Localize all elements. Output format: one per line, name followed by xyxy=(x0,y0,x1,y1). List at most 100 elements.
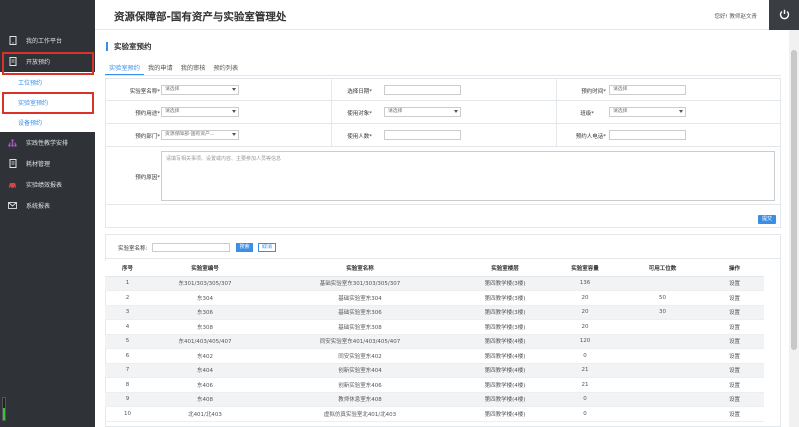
table-cell: 基础实验室东301/303/305/307 xyxy=(260,276,460,291)
search-input[interactable] xyxy=(152,243,230,252)
lab-name-label: 实验室名称* xyxy=(129,89,160,95)
tab-bar: 实验室预约 我的申请 我的审核 预约列表 xyxy=(105,63,242,75)
settings-link[interactable]: 设置 xyxy=(705,319,764,335)
table-cell: 21 xyxy=(550,377,620,393)
settings-link[interactable]: 设置 xyxy=(705,305,764,320)
table-cell: 同安实验室东401/403/405/407 xyxy=(260,334,460,349)
table-cell: 6 xyxy=(105,348,150,364)
scrollbar-thumb[interactable] xyxy=(791,50,797,350)
people-input[interactable] xyxy=(384,130,461,140)
table-cell: 东306 xyxy=(150,305,260,320)
sidebar-subitem-station[interactable]: 工位预约 xyxy=(0,72,95,92)
sidebar-item-label: 耗材管理 xyxy=(26,161,51,168)
target-label: 使用对象* xyxy=(347,111,372,117)
table-row: 5 东401/403/405/407 同安实验室东401/403/405/407 第四… xyxy=(105,334,764,349)
chevron-down-icon xyxy=(454,110,458,113)
search-label: 实验室名称: xyxy=(118,246,148,252)
table-cell: 基础实验室东306 xyxy=(260,305,460,320)
col-header-floor: 实验室楼层 xyxy=(460,261,550,277)
settings-link[interactable]: 设置 xyxy=(705,290,764,306)
sidebar-item-consumables[interactable]: 耗材管理 xyxy=(0,153,95,174)
table-cell: 东308 xyxy=(150,319,260,335)
table-cell: 东406 xyxy=(150,377,260,393)
table-row: 1 东301/303/305/307 基础实验室东301/303/305/307 第四… xyxy=(105,276,764,291)
settings-link[interactable]: 设置 xyxy=(705,406,764,422)
tab-booking-list[interactable]: 预约列表 xyxy=(209,63,242,75)
dept-select[interactable]: 资源保障部-国有资产... xyxy=(161,130,239,140)
submit-button[interactable]: 提交 xyxy=(758,215,776,224)
form-row: 预约用途* 请选择 使用对象* 请选择 班级* 请选择 xyxy=(106,101,780,124)
settings-link[interactable]: 设置 xyxy=(705,363,764,378)
table-row: 7 东404 创新实验室东404 第四教学楼(4楼) 21 设置 xyxy=(105,363,764,378)
sidebar-item-reports[interactable]: 系统报表 xyxy=(0,195,95,216)
grade-select[interactable]: 请选择 xyxy=(609,107,686,117)
chevron-down-icon xyxy=(232,88,236,91)
col-header-lab-name: 实验室名称 xyxy=(260,261,460,277)
col-header-stations: 可用工位数 xyxy=(620,261,705,277)
logout-button[interactable] xyxy=(769,0,799,30)
table-cell xyxy=(620,406,705,422)
sidebar-subitem-equipment[interactable]: 设备预约 xyxy=(0,112,95,132)
form-row: 实验室名称* 请选择 选择日期* 预约时间* 请选择 xyxy=(106,79,780,101)
tab-lab-booking[interactable]: 实验室预约 xyxy=(105,63,144,75)
form-row: 预约部门* 资源保障部-国有资产... 使用人数* 预约人电话* xyxy=(106,124,780,147)
table-row: 9 东408 教师休息室东408 第四教学楼(4楼) 0 设置 xyxy=(105,392,764,407)
sidebar-item-label: 实践性教学安排 xyxy=(26,140,69,147)
time-select[interactable]: 请选择 xyxy=(609,85,686,95)
page-scrollbar[interactable] xyxy=(789,30,799,427)
table-cell: 东408 xyxy=(150,392,260,407)
table-cell: 第四教学楼(4楼) xyxy=(460,363,550,378)
settings-link[interactable]: 设置 xyxy=(705,348,764,364)
sidebar-item-workbench[interactable]: 我的工作平台 xyxy=(0,30,95,51)
reason-textarea[interactable]: 请填写相关事项、设置或内容、主要参加人员等信息 xyxy=(161,151,775,201)
table-cell: 120 xyxy=(550,334,620,349)
sidebar-item-teaching[interactable]: 实践性教学安排 xyxy=(0,132,95,153)
date-input[interactable] xyxy=(384,85,461,95)
lab-name-select[interactable]: 请选择 xyxy=(161,85,239,95)
settings-link[interactable]: 设置 xyxy=(705,334,764,349)
table-cell: 创新实验室东404 xyxy=(260,363,460,378)
top-header: 资源保障部-国有资产与实验室管理处 您好! 教师赵文青 xyxy=(95,0,799,30)
table-cell: 北401/北403 xyxy=(150,406,260,422)
tab-my-reviews[interactable]: 我的审核 xyxy=(177,63,210,75)
tab-my-applications[interactable]: 我的申请 xyxy=(144,63,177,75)
settings-link[interactable]: 设置 xyxy=(705,377,764,393)
sidebar-item-label: 系统报表 xyxy=(26,203,51,210)
sitemap-icon xyxy=(8,138,17,147)
table-cell: 50 xyxy=(620,290,705,306)
highlight-box xyxy=(2,52,94,75)
sidebar-item-performance[interactable]: 实验绩效报表 xyxy=(0,174,95,195)
table-cell: 教师休息室东408 xyxy=(260,392,460,407)
col-header-index: 序号 xyxy=(105,261,150,277)
reason-label: 预约原因* xyxy=(135,175,160,181)
app-title: 资源保障部-国有资产与实验室管理处 xyxy=(114,11,287,23)
table-cell: 9 xyxy=(105,392,150,407)
table-cell: 20 xyxy=(550,290,620,306)
table-row: 10 北401/北403 虚拟仿真实验室北401/北403 第四教学楼(4楼) 0 设置 xyxy=(105,406,764,422)
table-cell xyxy=(620,363,705,378)
purpose-select[interactable]: 请选择 xyxy=(161,107,239,117)
settings-link[interactable]: 设置 xyxy=(705,276,764,291)
sidebar-item-label: 实验绩效报表 xyxy=(26,182,63,189)
col-header-capacity: 实验室容量 xyxy=(550,261,620,277)
sidebar-logo-area xyxy=(0,0,95,30)
col-header-action: 操作 xyxy=(705,261,764,277)
target-select[interactable]: 请选择 xyxy=(384,107,461,117)
form-row: 预约原因* 请填写相关事项、设置或内容、主要参加人员等信息 xyxy=(106,147,780,205)
table-cell: 7 xyxy=(105,363,150,378)
table-cell xyxy=(620,334,705,349)
dept-label: 预约部门* xyxy=(135,134,160,140)
user-greeting[interactable]: 您好! 教师赵文青 xyxy=(715,12,757,20)
time-label: 预约时间* xyxy=(581,89,606,95)
table-cell: 创新实验室东406 xyxy=(260,377,460,393)
table-cell: 0 xyxy=(550,392,620,407)
settings-link[interactable]: 设置 xyxy=(705,392,764,407)
table-cell: 20 xyxy=(550,319,620,335)
table-cell: 同安实验室东402 xyxy=(260,348,460,364)
search-button[interactable]: 搜索 xyxy=(236,243,253,252)
table-cell: 第四教学楼(4楼) xyxy=(460,392,550,407)
tablet-icon xyxy=(8,36,17,45)
cancel-button[interactable]: 取消 xyxy=(258,243,276,252)
tab-divider xyxy=(105,75,781,76)
phone-input[interactable] xyxy=(609,130,686,140)
